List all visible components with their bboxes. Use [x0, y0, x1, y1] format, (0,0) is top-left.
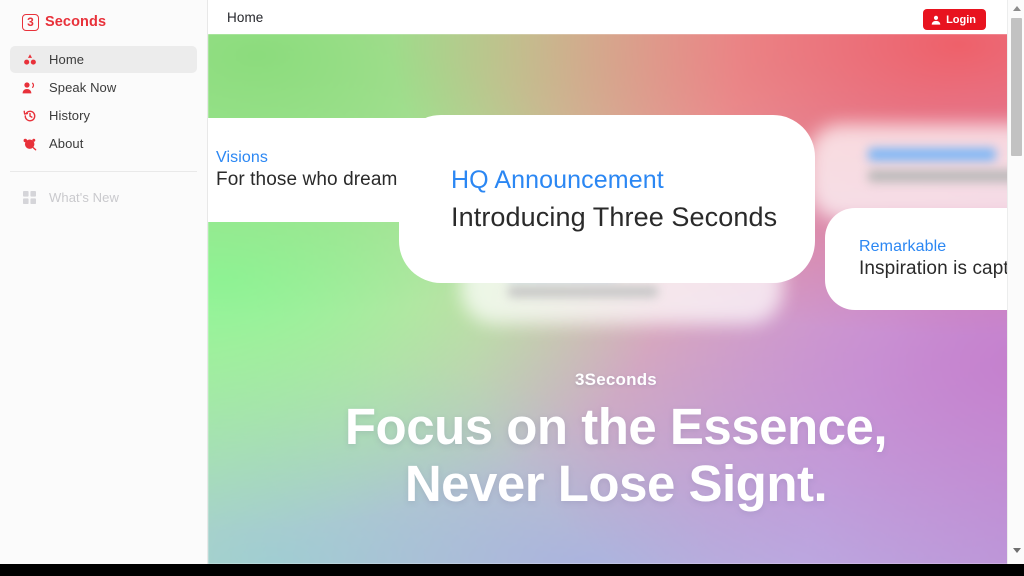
app-logo[interactable]: 3 Seconds [0, 0, 207, 44]
main-content: Home Login Visions For those who dream b… [208, 0, 1024, 576]
whats-new-icon [22, 190, 37, 205]
home-icon [22, 52, 37, 67]
sidebar-item-label: Speak Now [49, 80, 117, 95]
app-window: 3 Seconds Home Speak Now History About W… [0, 0, 1024, 576]
sidebar: 3 Seconds Home Speak Now History About W… [0, 0, 208, 576]
sidebar-item-label: Home [49, 52, 85, 67]
sidebar-item-history[interactable]: History [10, 102, 197, 129]
logo-text: Seconds [45, 14, 107, 30]
hero-section: Visions For those who dream big HQ Annou… [208, 34, 1024, 564]
logo-mark-icon: 3 [22, 13, 39, 31]
login-button-label: Login [946, 13, 976, 26]
announcement-card-hq-announcement[interactable]: HQ Announcement Introducing Three Second… [399, 115, 815, 283]
top-bar: Home Login [208, 0, 1024, 34]
sidebar-item-about[interactable]: About [10, 130, 197, 157]
card-title: Remarkable [859, 238, 947, 255]
history-icon [22, 108, 37, 123]
scroll-up-arrow-icon[interactable] [1008, 0, 1024, 17]
speak-now-icon [22, 80, 37, 95]
ghost-card-back-center-subtitle [508, 286, 658, 297]
scroll-down-arrow-icon[interactable] [1008, 542, 1024, 559]
ghost-card-back-right-title [868, 148, 996, 161]
scrollbar-thumb[interactable] [1011, 18, 1022, 156]
vertical-scrollbar[interactable] [1007, 0, 1024, 576]
card-subtitle: Introducing Three Seconds [451, 201, 778, 232]
hero-kicker: 3Seconds [575, 370, 657, 389]
page-title: Home [227, 9, 264, 25]
sidebar-item-label: What's New [49, 190, 119, 205]
ghost-card-back-right-subtitle [868, 170, 1024, 182]
sidebar-item-speak-now[interactable]: Speak Now [10, 74, 197, 101]
sidebar-nav: Home Speak Now History About What's New [0, 46, 207, 211]
card-subtitle: Inspiration is captured [859, 258, 1024, 279]
about-icon [22, 136, 37, 151]
sidebar-divider [10, 171, 197, 172]
hero-headline-line-1: Focus on the Essence, [344, 398, 888, 455]
sidebar-item-label: History [49, 108, 91, 123]
hero-headline-line-2: Never Lose Signt. [404, 455, 828, 513]
user-icon [931, 15, 941, 25]
window-bottom-bar [0, 564, 1024, 576]
sidebar-item-label: About [49, 136, 84, 151]
hero-copy: 3Seconds Focus on the Essence, Never Los… [208, 370, 1024, 512]
sidebar-item-home[interactable]: Home [10, 46, 197, 73]
announcement-card-remarkable[interactable]: Remarkable Inspiration is captured [825, 208, 1024, 310]
login-button[interactable]: Login [923, 9, 986, 30]
sidebar-item-whats-new[interactable]: What's New [10, 184, 197, 211]
card-title: HQ Announcement [451, 165, 664, 194]
